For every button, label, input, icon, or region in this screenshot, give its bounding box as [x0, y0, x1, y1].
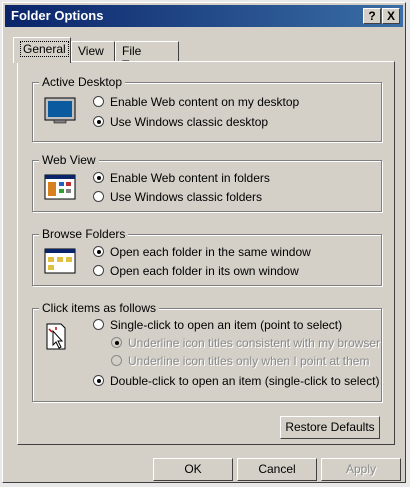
radio-indicator: [93, 265, 104, 276]
dialog-title: Folder Options: [11, 8, 104, 23]
monitor-icon: [44, 97, 76, 124]
option-label: Use Windows classic desktop: [110, 115, 269, 129]
radio-indicator: [111, 337, 122, 348]
option-label: Open each folder in the same window: [110, 245, 311, 259]
option-label: Double-click to open an item (single-cli…: [110, 374, 380, 388]
enable-web-folders-radio[interactable]: Enable Web content in folders: [93, 170, 270, 186]
option-label: Underline icon titles only when I point …: [128, 354, 370, 368]
browse-folders-group: Browse Folders Open each folder in the s…: [32, 227, 382, 286]
click-items-group: Click items as follows Single-click to o…: [32, 301, 382, 402]
radio-indicator: [93, 116, 104, 127]
tab-general-label: General: [20, 41, 69, 57]
browse-folders-legend: Browse Folders: [39, 227, 129, 241]
radio-indicator: [93, 319, 104, 330]
single-click-radio[interactable]: Single-click to open an item (point to s…: [93, 317, 342, 333]
pointer-click-icon: [46, 323, 66, 350]
radio-indicator: [93, 96, 104, 107]
option-label: Single-click to open an item (point to s…: [110, 318, 343, 332]
radio-indicator: [93, 246, 104, 257]
title-bar[interactable]: Folder Options ? X: [5, 5, 403, 27]
option-label: Underline icon titles consistent with my…: [128, 336, 381, 350]
radio-indicator: [93, 172, 104, 183]
help-button[interactable]: ?: [363, 8, 381, 24]
web-folder-icon: [44, 174, 76, 200]
apply-button[interactable]: Apply: [321, 458, 401, 481]
active-desktop-group: Active Desktop Enable Web content on my …: [32, 75, 382, 142]
underline-point-radio: Underline icon titles only when I point …: [111, 353, 369, 369]
option-label: Enable Web content in folders: [110, 171, 270, 185]
radio-indicator: [93, 375, 104, 386]
tab-view[interactable]: View: [71, 41, 115, 61]
tab-general[interactable]: General: [13, 37, 71, 63]
web-view-legend: Web View: [39, 153, 99, 167]
ok-button[interactable]: OK: [153, 458, 233, 481]
option-label: Use Windows classic folders: [110, 190, 263, 204]
cancel-button[interactable]: Cancel: [237, 458, 317, 481]
double-click-radio[interactable]: Double-click to open an item (single-cli…: [93, 373, 379, 389]
classic-desktop-radio[interactable]: Use Windows classic desktop: [93, 114, 268, 130]
restore-defaults-button[interactable]: Restore Defaults: [280, 416, 380, 439]
radio-indicator: [93, 191, 104, 202]
enable-web-desktop-radio[interactable]: Enable Web content on my desktop: [93, 94, 299, 110]
close-button[interactable]: X: [382, 8, 400, 24]
radio-indicator: [111, 355, 122, 366]
active-desktop-legend: Active Desktop: [39, 75, 126, 89]
folder-options-dialog: Folder Options ? X General View File Typ…: [2, 2, 406, 483]
own-window-radio[interactable]: Open each folder in its own window: [93, 263, 299, 279]
general-tab-panel: Active Desktop Enable Web content on my …: [17, 61, 395, 445]
tab-file-types[interactable]: File Types: [115, 41, 179, 72]
click-items-legend: Click items as follows: [39, 301, 160, 315]
underline-consistent-radio: Underline icon titles consistent with my…: [111, 335, 380, 351]
window-icon: [44, 248, 76, 274]
same-window-radio[interactable]: Open each folder in the same window: [93, 244, 311, 260]
web-view-group: Web View Enable Web content in folders U…: [32, 153, 382, 212]
tab-view-label: View: [78, 44, 104, 58]
classic-folders-radio[interactable]: Use Windows classic folders: [93, 189, 262, 205]
option-label: Enable Web content on my desktop: [110, 95, 300, 109]
option-label: Open each folder in its own window: [110, 264, 299, 278]
